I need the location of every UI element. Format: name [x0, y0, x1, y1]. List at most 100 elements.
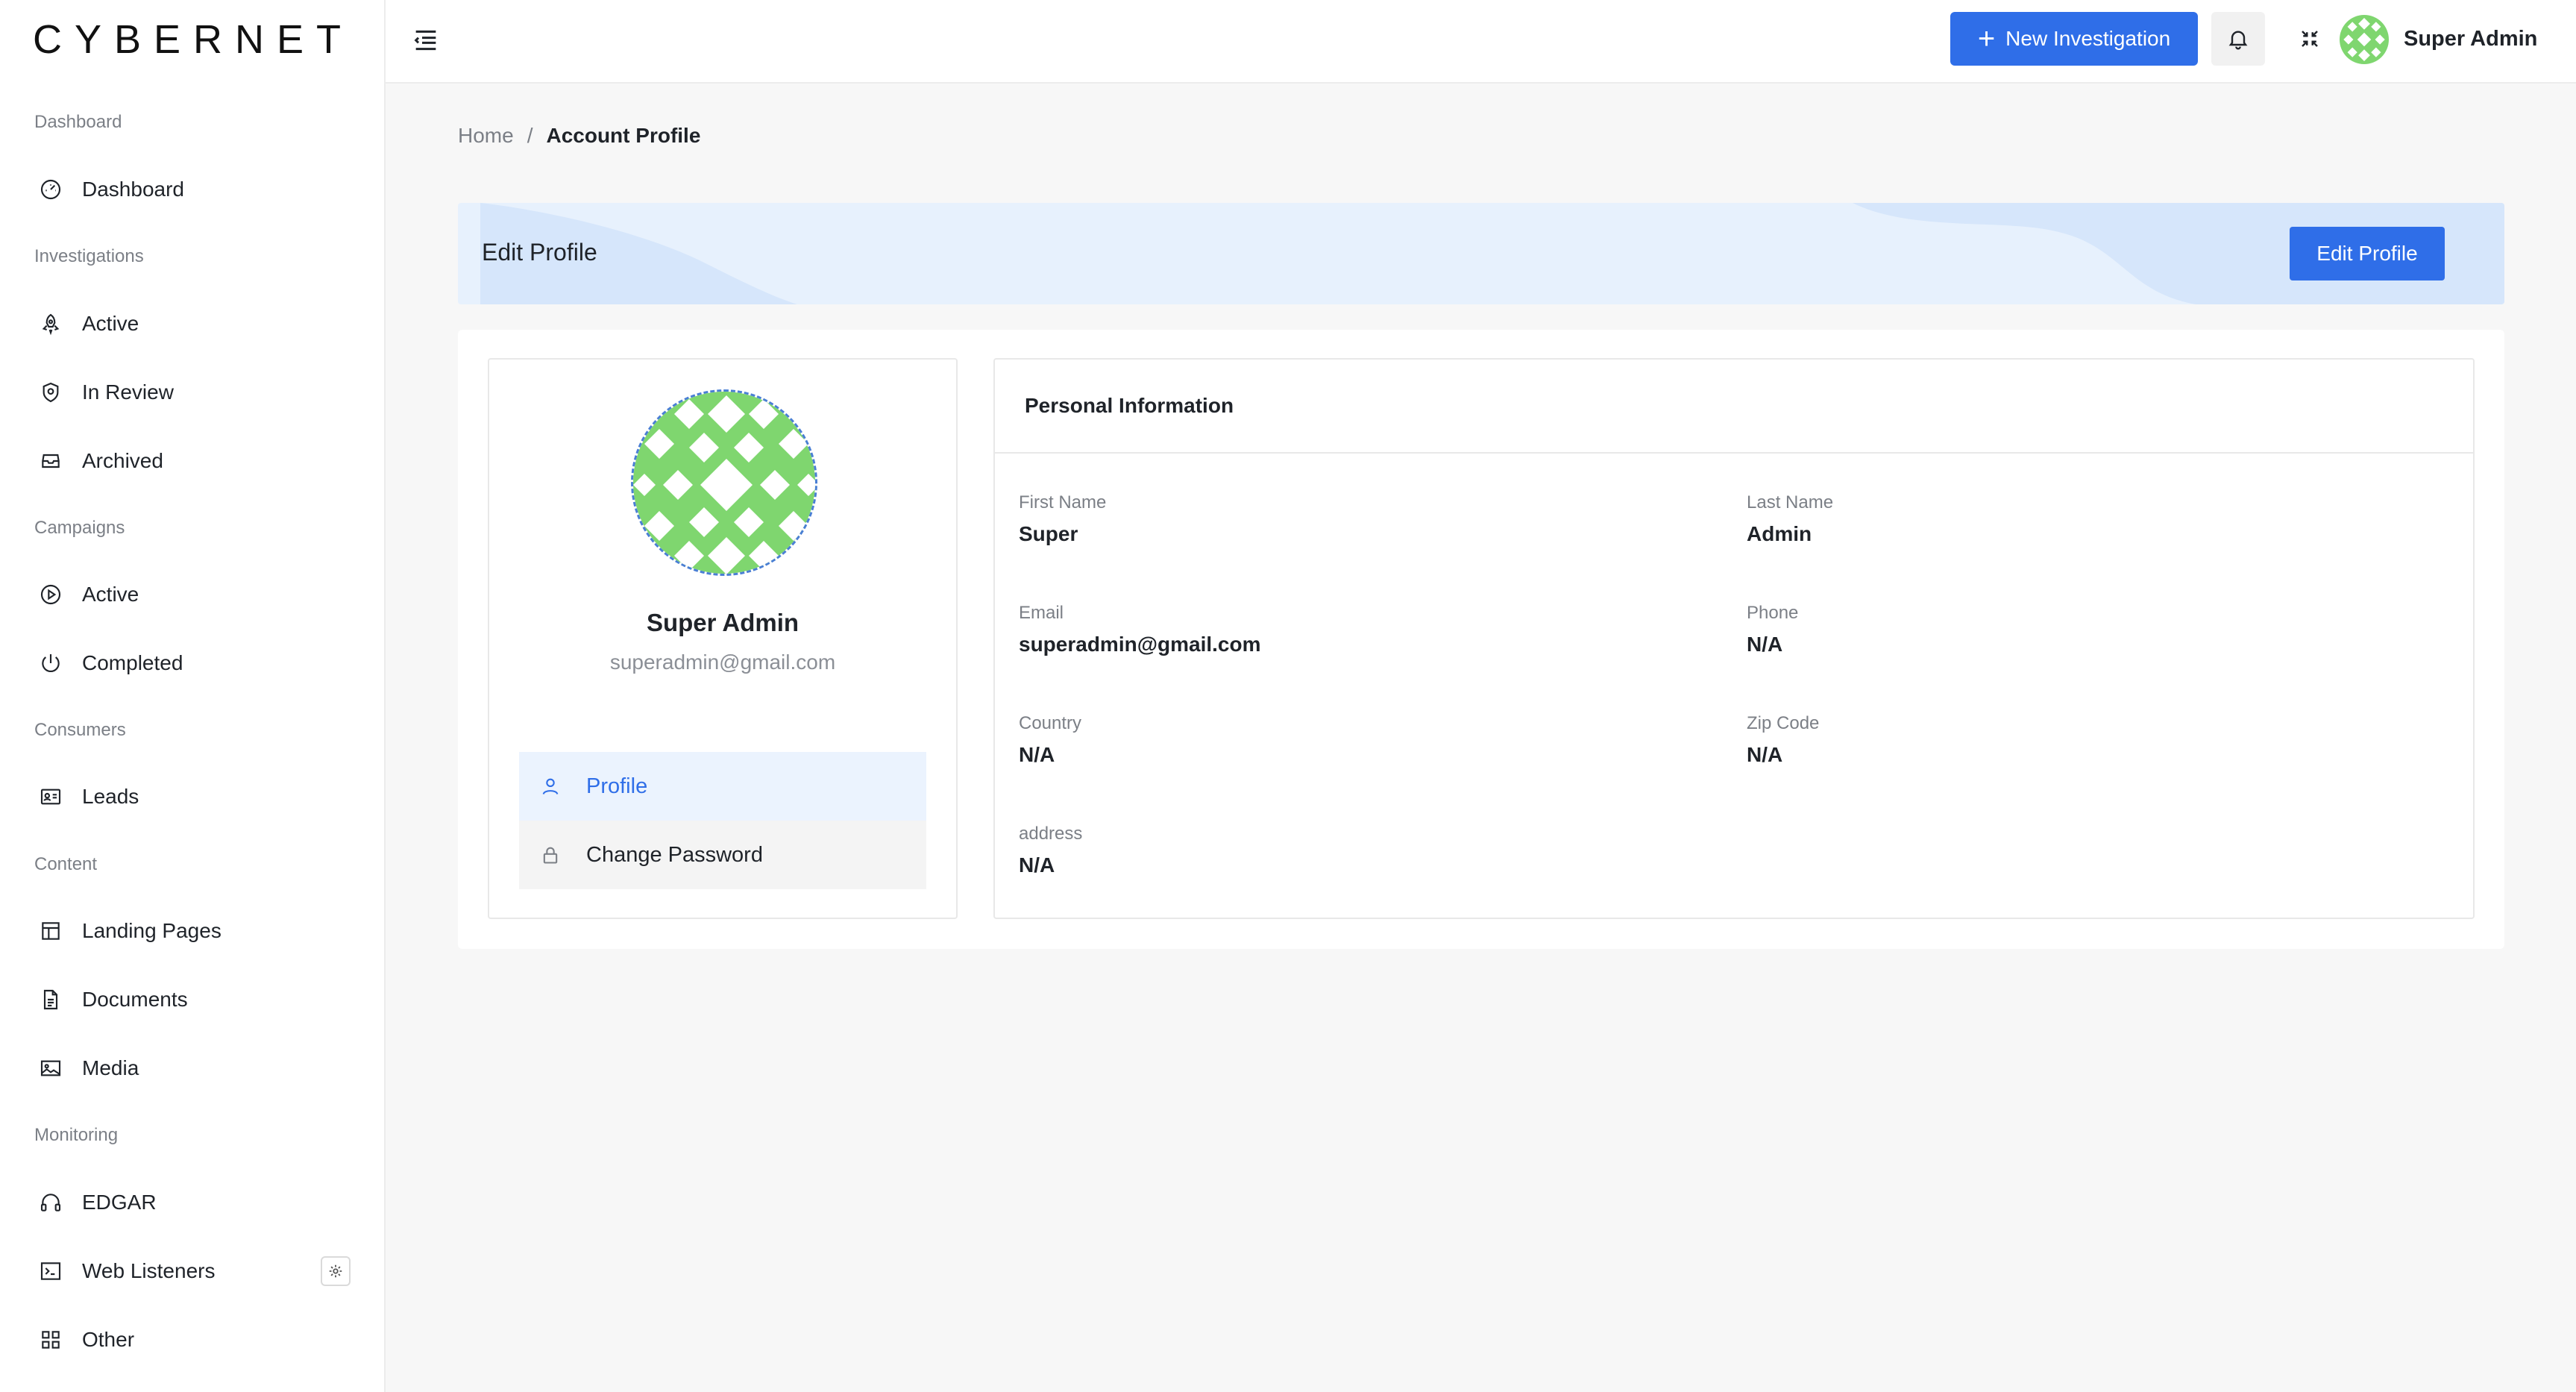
sidebar-item-completed[interactable]: Completed — [21, 637, 368, 689]
banner-wave-decoration — [480, 203, 2504, 304]
edit-profile-button[interactable]: Edit Profile — [2290, 227, 2445, 280]
image-icon — [34, 1052, 67, 1085]
sidebar-item-label: Landing Pages — [82, 919, 222, 942]
email-value: superadmin@gmail.com — [1019, 633, 1261, 656]
brand-logo[interactable]: CYBERNET — [33, 16, 354, 63]
profile-menu-item-change-password[interactable]: Change Password — [519, 821, 926, 889]
inbox-icon — [34, 445, 67, 477]
power-icon — [34, 647, 67, 680]
last-name-field: Last Name Admin — [1747, 492, 1833, 546]
sidebar-item-label: Active — [82, 312, 139, 335]
sidebar-section-consumers: Consumers — [34, 720, 126, 740]
sidebar-item-label: Web Listeners — [82, 1259, 216, 1282]
phone-value: N/A — [1747, 633, 1783, 656]
layout-icon — [34, 915, 67, 947]
sidebar-item-in-review[interactable]: In Review — [21, 366, 368, 418]
email-label: Email — [1019, 603, 1064, 623]
sidebar-item-label: Active — [82, 583, 139, 606]
sidebar-item-label: Completed — [82, 651, 183, 674]
id-card-icon — [34, 780, 67, 813]
edit-profile-banner: Edit Profile Edit Profile — [458, 203, 2504, 304]
personal-info-title: Personal Information — [995, 360, 2473, 454]
sidebar-item-other[interactable]: Other — [21, 1314, 368, 1366]
user-name[interactable]: Super Admin — [2404, 27, 2537, 51]
bell-icon — [2228, 31, 2248, 50]
last-name-value: Admin — [1747, 522, 1812, 545]
sidebar-section-dashboard: Dashboard — [34, 112, 122, 132]
plus-icon: + — [1977, 22, 1996, 55]
first-name-value: Super — [1019, 522, 1078, 545]
sidebar-item-investigations-active[interactable]: Active — [21, 298, 368, 350]
rocket-icon — [34, 307, 67, 340]
sidebar-item-label: Documents — [82, 988, 188, 1011]
address-value: N/A — [1019, 853, 1055, 877]
sidebar-item-dashboard[interactable]: Dashboard — [21, 163, 368, 216]
phone-label: Phone — [1747, 603, 1799, 623]
sidebar-item-leads[interactable]: Leads — [21, 771, 368, 823]
menu-toggle-icon[interactable] — [411, 25, 441, 55]
lock-icon — [540, 844, 573, 865]
profile-name: Super Admin — [646, 609, 799, 636]
email-field: Email superadmin@gmail.com — [1019, 603, 1261, 656]
headphones-icon — [34, 1186, 67, 1219]
breadcrumb-current: Account Profile — [546, 124, 701, 147]
speedometer-icon — [34, 173, 67, 206]
sidebar-item-label: Dashboard — [82, 178, 184, 201]
sidebar-item-label: Leads — [82, 785, 139, 808]
sidebar-item-media[interactable]: Media — [21, 1042, 368, 1094]
address-field: address N/A — [1019, 824, 1082, 877]
breadcrumb-separator: / — [527, 124, 533, 147]
new-investigation-label: New Investigation — [2005, 27, 2171, 50]
sidebar-item-label: In Review — [82, 380, 174, 404]
user-icon — [540, 776, 573, 797]
document-icon — [34, 983, 67, 1016]
zip-code-label: Zip Code — [1747, 713, 1820, 733]
sidebar-item-label: Media — [82, 1056, 139, 1079]
breadcrumb: Home / Account Profile — [458, 124, 700, 148]
fullscreen-button[interactable] — [2283, 12, 2337, 66]
sidebar-section-content: Content — [34, 854, 98, 874]
banner-title: Edit Profile — [482, 239, 597, 266]
profile-card: Super Admin superadmin@gmail.com Profile… — [488, 358, 958, 919]
fullscreen-icon — [2302, 31, 2318, 47]
personal-info-card: Personal Information First Name Super La… — [993, 358, 2475, 919]
notifications-button[interactable] — [2211, 12, 2265, 66]
sidebar-item-archived[interactable]: Archived — [21, 435, 368, 487]
country-value: N/A — [1019, 743, 1055, 766]
zip-code-value: N/A — [1747, 743, 1783, 766]
profile-menu: Profile Change Password — [519, 752, 926, 889]
topbar: + New Investigation Super Admin — [386, 0, 2576, 84]
sidebar-section-campaigns: Campaigns — [34, 518, 125, 538]
sidebar-item-documents[interactable]: Documents — [21, 974, 368, 1026]
country-label: Country — [1019, 713, 1082, 733]
first-name-label: First Name — [1019, 492, 1107, 512]
profile-avatar[interactable] — [631, 389, 817, 576]
profile-email: superadmin@gmail.com — [609, 650, 836, 674]
sidebar-item-edgar[interactable]: EDGAR — [21, 1176, 368, 1229]
shield-icon — [34, 376, 67, 409]
terminal-icon — [34, 1255, 67, 1288]
sidebar-section-investigations: Investigations — [34, 246, 144, 266]
avatar[interactable] — [2340, 15, 2389, 64]
zip-code-field: Zip Code N/A — [1747, 713, 1819, 767]
sidebar-item-campaigns-active[interactable]: Active — [21, 568, 368, 621]
phone-field: Phone N/A — [1747, 603, 1798, 656]
profile-menu-label: Change Password — [586, 842, 763, 867]
first-name-field: First Name Super — [1019, 492, 1106, 546]
play-circle-icon — [34, 578, 67, 611]
address-label: address — [1019, 824, 1083, 844]
sidebar-item-label: Archived — [82, 449, 163, 472]
new-investigation-button[interactable]: + New Investigation — [1950, 12, 2198, 66]
sidebar-item-label: EDGAR — [82, 1191, 157, 1214]
sidebar-item-landing-pages[interactable]: Landing Pages — [21, 905, 368, 957]
sidebar-item-web-listeners[interactable]: Web Listeners — [21, 1245, 368, 1297]
sidebar-item-label: Other — [82, 1328, 135, 1351]
gear-icon[interactable] — [321, 1256, 351, 1286]
profile-menu-item-profile[interactable]: Profile — [519, 752, 926, 821]
sidebar: CYBERNET Dashboard Dashboard Investigati… — [0, 0, 386, 1392]
breadcrumb-home[interactable]: Home — [458, 124, 514, 148]
profile-menu-label: Profile — [586, 774, 648, 798]
sidebar-section-monitoring: Monitoring — [34, 1125, 119, 1145]
last-name-label: Last Name — [1747, 492, 1834, 512]
country-field: Country N/A — [1019, 713, 1081, 767]
